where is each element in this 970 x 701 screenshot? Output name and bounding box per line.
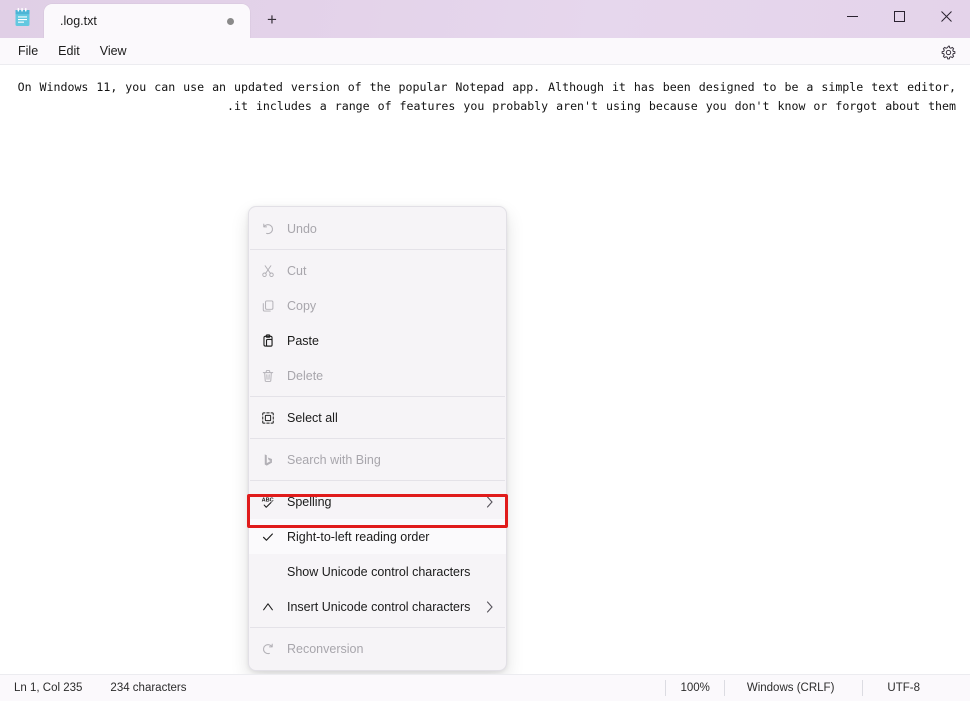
select-all-icon (261, 411, 287, 425)
context-menu-label: Right-to-left reading order (287, 530, 494, 544)
spelling-icon: ABC (261, 495, 287, 509)
context-menu-separator (250, 396, 505, 397)
context-menu-item-reconversion[interactable]: Reconversion (249, 631, 506, 666)
context-menu-separator (250, 438, 505, 439)
unsaved-indicator-icon (227, 18, 234, 25)
context-menu-item-copy[interactable]: Copy (249, 288, 506, 323)
context-menu-item-search-with-bing[interactable]: Search with Bing (249, 442, 506, 477)
context-menu-label: Search with Bing (287, 453, 494, 467)
zoom-level[interactable]: 100% (665, 680, 723, 696)
menu-edit[interactable]: Edit (48, 40, 90, 62)
close-button[interactable] (923, 0, 970, 32)
minimize-button[interactable] (829, 0, 876, 32)
context-menu: Undo Cut Copy Paste (248, 206, 507, 671)
scissors-icon (261, 264, 287, 278)
menu-file[interactable]: File (8, 40, 48, 62)
svg-text:ABC: ABC (262, 497, 274, 503)
trash-icon (261, 369, 287, 383)
encoding[interactable]: UTF-8 (862, 680, 970, 696)
context-menu-item-right-to-left-reading-order[interactable]: Right-to-left reading order (249, 519, 506, 554)
menu-bar: File Edit View (0, 38, 970, 65)
notepad-window: .log.txt + File Edit View (0, 0, 970, 701)
caret-up-icon (261, 600, 287, 614)
context-menu-item-show-unicode-control-characters[interactable]: Show Unicode control characters (249, 554, 506, 589)
context-menu-label: Show Unicode control characters (287, 565, 494, 579)
new-tab-button[interactable]: + (254, 3, 290, 37)
status-bar-right: 100% Windows (CRLF) UTF-8 (665, 675, 970, 701)
context-menu-label: Reconversion (287, 642, 494, 656)
context-menu-item-paste[interactable]: Paste (249, 323, 506, 358)
context-menu-item-delete[interactable]: Delete (249, 358, 506, 393)
paste-icon (261, 334, 287, 348)
tab-log-txt[interactable]: .log.txt (44, 4, 250, 38)
character-count[interactable]: 234 characters (96, 680, 200, 696)
context-menu-label: Insert Unicode control characters (287, 600, 478, 614)
context-menu-label: Undo (287, 222, 494, 236)
cursor-position[interactable]: Ln 1, Col 235 (0, 680, 96, 696)
context-menu-label: Cut (287, 264, 494, 278)
chevron-right-icon (486, 496, 494, 508)
window-controls (829, 0, 970, 32)
tab-strip: .log.txt + (44, 0, 290, 38)
context-menu-item-insert-unicode-control-characters[interactable]: Insert Unicode control characters (249, 589, 506, 624)
context-menu-label: Delete (287, 369, 494, 383)
context-menu-item-select-all[interactable]: Select all (249, 400, 506, 435)
context-menu-label: Spelling (287, 495, 478, 509)
status-bar-left: Ln 1, Col 235 234 characters (0, 680, 201, 696)
menu-view[interactable]: View (90, 40, 137, 62)
tab-title: .log.txt (60, 14, 227, 28)
status-bar: Ln 1, Col 235 234 characters 100% Window… (0, 674, 970, 701)
context-menu-separator (250, 627, 505, 628)
copy-icon (261, 299, 287, 313)
document-text: On Windows 11, you can use an updated ve… (14, 78, 956, 116)
context-menu-item-undo[interactable]: Undo (249, 211, 506, 246)
context-menu-separator (250, 249, 505, 250)
reconversion-icon (261, 642, 287, 656)
line-ending[interactable]: Windows (CRLF) (724, 680, 863, 696)
context-menu-item-cut[interactable]: Cut (249, 253, 506, 288)
context-menu-label: Select all (287, 411, 494, 425)
bing-icon (261, 453, 287, 467)
context-menu-item-spelling[interactable]: ABC Spelling (249, 484, 506, 519)
maximize-button[interactable] (876, 0, 923, 32)
undo-icon (261, 222, 287, 236)
checkmark-icon (261, 530, 287, 544)
context-menu-separator (250, 480, 505, 481)
chevron-right-icon (486, 601, 494, 613)
gear-icon[interactable] (937, 42, 959, 62)
app-icon-container (0, 0, 44, 38)
notepad-icon (14, 8, 31, 27)
context-menu-label: Copy (287, 299, 494, 313)
title-bar: .log.txt + (0, 0, 970, 38)
context-menu-label: Paste (287, 334, 494, 348)
